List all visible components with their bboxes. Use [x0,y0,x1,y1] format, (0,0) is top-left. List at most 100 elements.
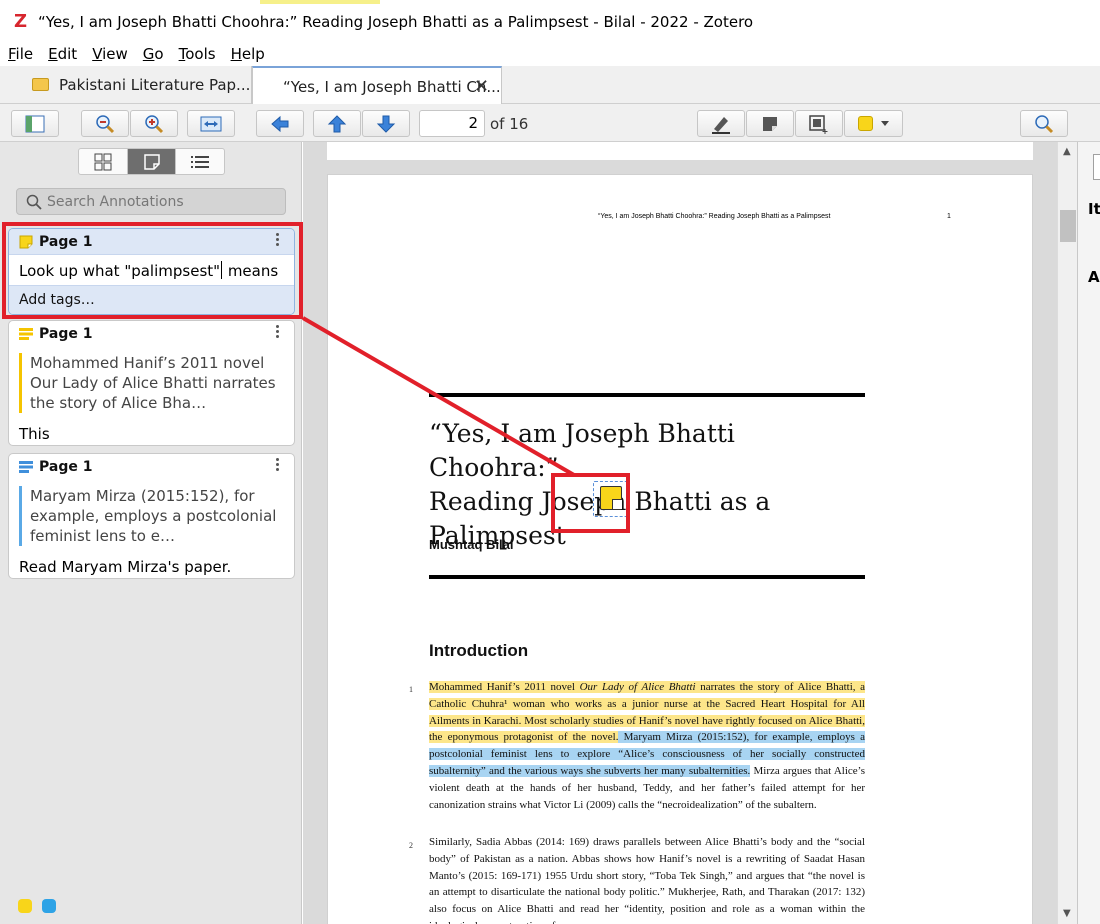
close-tab-icon[interactable]: ✕ [474,76,489,97]
outline-list-icon [191,155,210,168]
annotation-card-highlight[interactable]: Page 1 Mohammed Hanif’s 2011 novel Our L… [8,320,295,446]
search-icon [1035,114,1054,133]
annotation-page-label: Page 1 [39,459,93,475]
highlight-annotation-icon [19,461,33,473]
annotation-header: Page 1 [9,321,294,347]
annotation-comment[interactable]: This [9,419,294,445]
yellow-filter-swatch[interactable] [18,899,32,913]
note-tool-button[interactable] [746,110,794,137]
previous-view-button[interactable] [256,110,304,137]
item-pane-field[interactable] [1093,154,1100,180]
paragraph-2[interactable]: Similarly, Sadia Abbas (2014: 169) draws… [429,834,865,924]
menu-help[interactable]: Help [231,45,265,63]
zotero-logo-icon: Z [14,10,28,32]
menu-help-accesskey: H [230,45,242,63]
menu-view-accesskey: V [92,45,103,63]
highlight-text: Mohammed Hanif’s 2011 novel [429,681,580,693]
tab-document[interactable]: “Yes, I am Joseph Bhatti Ch... ✕ [252,66,502,105]
zoom-in-button[interactable] [130,110,178,137]
annotation-quote: Mohammed Hanif’s 2011 novel Our Lady of … [19,353,282,413]
paragraph-1[interactable]: Mohammed Hanif’s 2011 novel Our Lady of … [429,679,866,813]
search-icon [26,194,42,210]
annotation-color-picker[interactable] [844,110,903,137]
arrow-down-icon [376,115,396,133]
folder-icon [32,78,49,91]
zoom-page-width-button[interactable] [187,110,235,137]
blue-filter-swatch[interactable] [42,899,56,913]
page-number-input[interactable]: 2 [419,110,485,137]
annotation-quote: Maryam Mirza (2015:152), for example, em… [19,486,282,546]
color-filter [18,899,56,913]
menu-edit[interactable]: Edit [48,45,77,63]
callout-box-page-note [551,473,630,533]
menu-help-label: elp [241,45,265,63]
scroll-up-icon[interactable]: ▲ [1063,146,1071,157]
reader-toolbar: 2 of 16 [0,104,1100,142]
previous-page-edge [327,142,1033,160]
previous-page-button[interactable] [313,110,361,137]
zoom-out-icon [96,114,115,133]
annotation-card-highlight[interactable]: Page 1 Maryam Mirza (2015:152), for exam… [8,453,295,579]
area-tool-button[interactable] [795,110,843,137]
running-header: “Yes, I am Joseph Bhatti Choohra:” Readi… [598,213,831,220]
menu-view[interactable]: View [92,45,128,63]
outline-view-button[interactable] [176,149,224,174]
item-pane-heading: Ite [1088,200,1100,218]
menu-go[interactable]: Go [143,45,164,63]
zoom-out-button[interactable] [81,110,129,137]
annotation-comment[interactable]: Read Maryam Mirza's paper. [9,552,294,578]
menu-edit-label: dit [57,45,78,63]
scroll-down-icon[interactable]: ▼ [1063,908,1071,919]
more-options-icon[interactable] [276,458,280,474]
paragraph-number: 2 [409,841,413,850]
menu-tools-label: ools [185,45,216,63]
note-icon [763,116,777,131]
tab-document-label: “Yes, I am Joseph Bhatti Ch... [283,77,501,96]
title-bar: Z “Yes, I am Joseph Bhatti Choohra:” Rea… [0,0,1100,43]
menu-file-accesskey: F [8,45,16,63]
annotations-view-button[interactable] [127,149,177,174]
annotation-page-label: Page 1 [39,326,93,342]
paper-title: “Yes, I am Joseph Bhatti Choohra:” Readi… [429,417,869,553]
item-pane: Ite Al [1077,142,1100,924]
annotation-search[interactable] [16,188,286,215]
toggle-sidebar-button[interactable] [11,110,59,137]
select-area-icon [809,114,828,134]
tab-library-label: Pakistani Literature Pap... [59,76,251,94]
scrollbar-thumb[interactable] [1060,210,1076,242]
vertical-scrollbar[interactable]: ▲ ▼ [1057,142,1077,924]
highlight-annotation-icon [19,328,33,340]
title-line-1: “Yes, I am Joseph Bhatti Choohra:” [429,419,735,482]
chevron-down-icon [881,121,889,126]
callout-box-sidebar-note [2,222,303,319]
zotero-window: Z “Yes, I am Joseph Bhatti Choohra:” Rea… [0,0,1100,924]
menu-file[interactable]: File [8,45,33,63]
menu-tools[interactable]: Tools [179,45,216,63]
search-annotations-input[interactable] [47,191,277,213]
annotation-header: Page 1 [9,454,294,480]
paper-author: Mushtaq Bilal [429,537,514,552]
color-swatch-icon [858,116,873,131]
annotation-note-icon [143,153,160,170]
tab-library[interactable]: Pakistani Literature Pap... [0,66,252,104]
highlight-tool-button[interactable] [697,110,745,137]
next-page-button[interactable] [362,110,410,137]
menu-edit-accesskey: E [48,45,58,63]
menu-file-label: ile [15,45,34,63]
menu-go-accesskey: G [142,45,155,63]
thumbnails-icon [94,153,112,170]
tab-bar: Pakistani Literature Pap... “Yes, I am J… [0,66,1100,105]
pdf-page[interactable]: “Yes, I am Joseph Bhatti Choohra:” Readi… [327,174,1033,924]
title-bar-accent [260,0,380,4]
title-line-2: Reading Joseph Bhatti as a [429,487,771,516]
page-total-label: of 16 [490,115,529,133]
pdf-viewer[interactable]: “Yes, I am Joseph Bhatti Choohra:” Readi… [303,142,1057,924]
menu-go-label: o [154,45,164,63]
find-button[interactable] [1020,110,1068,137]
running-page-number: 1 [947,213,951,220]
window-title: “Yes, I am Joseph Bhatti Choohra:” Readi… [38,12,754,31]
sidebar-toggle-icon [25,115,45,132]
highlight-text-italic: Our Lady of Alice Bhatti [579,681,696,693]
more-options-icon[interactable] [276,325,280,341]
thumbnails-view-button[interactable] [79,149,128,174]
